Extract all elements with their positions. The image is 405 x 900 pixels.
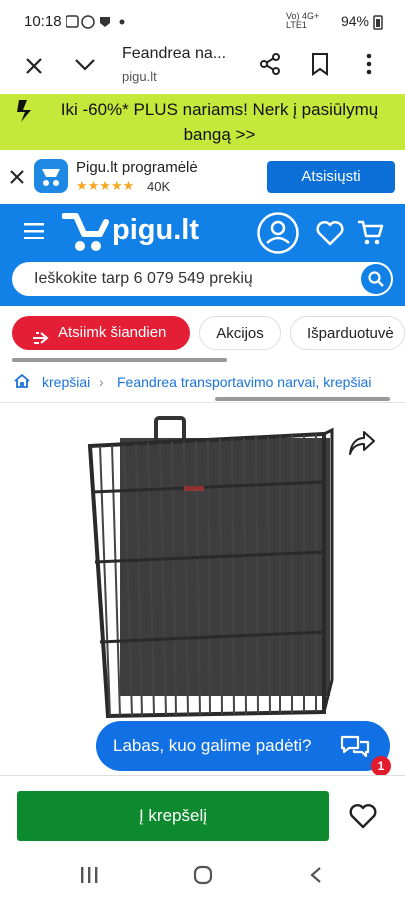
battery-level: 94% <box>340 13 369 29</box>
share-icon[interactable] <box>258 52 282 81</box>
promo-banner[interactable]: Iki -60%* PLUS nariams! Nerk į pasiūlymų… <box>0 94 405 150</box>
promo-text: Iki -60%* PLUS nariams! Nerk į pasiūlymų… <box>60 100 379 144</box>
chat-icon <box>340 733 370 764</box>
network-icon: Vo) 4G+ LTE1 <box>286 11 320 30</box>
search-button[interactable] <box>361 264 391 294</box>
site-header: pigu.lt Ieškokite tarp 6 079 549 prekių <box>0 204 405 306</box>
search-input[interactable]: Ieškokite tarp 6 079 549 prekių <box>34 270 253 288</box>
close-icon[interactable] <box>24 56 44 81</box>
app-install-banner: Pigu.lt programėlė ★★★★★ 40K Atsisiųsti <box>0 150 405 204</box>
chevron-down-icon[interactable] <box>74 58 96 77</box>
chevron-right-icon: › <box>99 374 104 390</box>
status-bar: 10:18 Vo) 4G+ LTE1 94% <box>0 0 405 44</box>
download-app-button[interactable]: Atsisiųsti <box>267 161 395 193</box>
add-to-cart-bar: Į krepšelį <box>0 775 405 852</box>
pickup-arrow-icon <box>32 325 52 359</box>
chip-label: Atsiimk šiandien <box>58 324 167 341</box>
page-url[interactable]: pigu.lt <box>122 69 157 84</box>
app-name: Pigu.lt programėlė <box>76 159 198 176</box>
chat-widget[interactable]: Labas, kuo galime padėti? <box>96 721 390 771</box>
search-icon <box>368 271 384 292</box>
add-to-cart-button[interactable]: Į krepšelį <box>17 791 329 841</box>
breadcrumb-link[interactable]: Feandrea transportavimo narvai, krepšiai <box>117 374 371 390</box>
share-product-icon[interactable] <box>348 430 376 461</box>
search-bar[interactable]: Ieškokite tarp 6 079 549 prekių <box>12 262 393 296</box>
system-nav-bar <box>0 852 405 900</box>
home-button-icon[interactable] <box>193 865 213 890</box>
breadcrumb: krepšiai › Feandrea transportavimo narva… <box>0 369 405 397</box>
account-icon[interactable] <box>257 212 299 259</box>
battery-icon <box>373 15 383 36</box>
notification-icons <box>65 15 125 29</box>
hamburger-menu-icon[interactable] <box>24 223 44 244</box>
divider <box>0 402 405 403</box>
page-title: Feandrea na... <box>122 45 227 62</box>
recent-apps-icon[interactable] <box>80 867 98 888</box>
rating-stars: ★★★★★ <box>76 178 135 193</box>
chip-clearance[interactable]: Išparduotuvė <box>290 316 405 350</box>
bookmark-icon[interactable] <box>310 52 330 81</box>
breadcrumb-link[interactable]: krepšiai <box>42 374 90 390</box>
product-image[interactable] <box>80 412 336 724</box>
chips-scrollbar[interactable] <box>12 358 227 362</box>
status-icons <box>65 14 126 35</box>
rating-count: 40K <box>147 179 171 194</box>
close-banner-icon[interactable] <box>10 170 24 189</box>
chip-promotions[interactable]: Akcijos <box>199 316 281 350</box>
wishlist-heart-icon[interactable] <box>316 220 344 251</box>
site-logo[interactable]: pigu.lt <box>112 214 199 247</box>
chat-text: Labas, kuo galime padėti? <box>113 736 312 755</box>
breadcrumb-scrollbar[interactable] <box>215 397 390 401</box>
cart-icon[interactable] <box>356 219 384 252</box>
app-icon <box>34 159 68 193</box>
pigu-logo-icon <box>61 212 110 259</box>
wishlist-heart-icon[interactable] <box>349 803 377 834</box>
chat-notification-badge: 1 <box>371 756 391 776</box>
more-menu-icon[interactable] <box>366 53 372 80</box>
back-icon[interactable] <box>310 866 322 889</box>
product-cage-image <box>87 416 334 719</box>
chip-pickup-today[interactable]: Atsiimk šiandien <box>12 316 190 350</box>
home-icon[interactable] <box>14 373 30 392</box>
status-time: 10:18 <box>24 13 62 30</box>
browser-toolbar: Feandrea na... pigu.lt <box>0 44 405 94</box>
